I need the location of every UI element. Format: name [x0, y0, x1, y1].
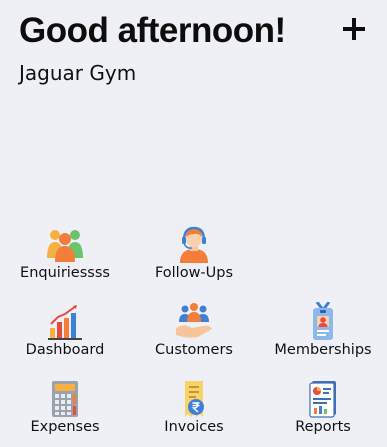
bar-chart-icon — [45, 302, 85, 342]
report-document-icon — [303, 379, 343, 419]
tile-customers[interactable]: Customers — [139, 302, 249, 364]
tile-label: Customers — [155, 342, 233, 358]
id-badge-icon — [303, 302, 343, 342]
people-group-icon — [45, 225, 85, 265]
tile-invoices[interactable]: Invoices — [139, 379, 249, 441]
tile-label: Reports — [295, 419, 351, 435]
rupee-bill-icon — [174, 379, 214, 419]
tile-label: Enquiriessss — [20, 265, 110, 281]
tile-label: Expenses — [30, 419, 100, 435]
tile-label: Memberships — [274, 342, 372, 358]
tile-memberships[interactable]: Memberships — [268, 302, 378, 364]
tile-label: Invoices — [164, 419, 224, 435]
tile-dashboard[interactable]: Dashboard — [10, 302, 120, 364]
headset-agent-icon — [174, 225, 214, 265]
tile-expenses[interactable]: Expenses — [10, 379, 120, 441]
plus-icon — [343, 18, 365, 40]
tile-reports[interactable]: Reports — [268, 379, 378, 441]
tile-follow-ups[interactable]: Follow-Ups — [139, 225, 249, 287]
customers-hand-icon — [174, 302, 214, 342]
tile-label: Follow-Ups — [154, 265, 234, 281]
add-button[interactable] — [337, 12, 371, 46]
tile-enquiries[interactable]: Enquiriessss — [10, 225, 120, 287]
calculator-icon — [45, 379, 85, 419]
tile-label: Dashboard — [25, 342, 105, 358]
gym-name: Jaguar Gym — [19, 61, 137, 85]
greeting-title: Good afternoon! — [19, 11, 286, 50]
